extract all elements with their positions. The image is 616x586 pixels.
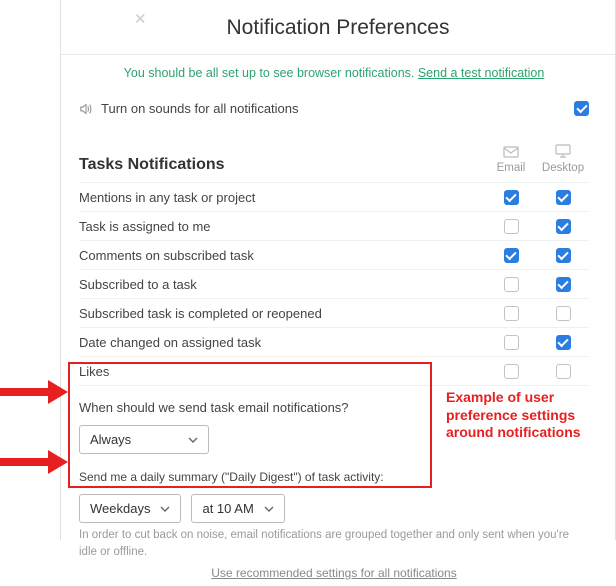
email-checkbox[interactable] xyxy=(504,306,519,321)
pref-label: Comments on subscribed task xyxy=(79,248,485,263)
desktop-checkbox[interactable] xyxy=(556,219,571,234)
sounds-checkbox[interactable] xyxy=(574,101,589,116)
desktop-checkbox[interactable] xyxy=(556,335,571,350)
column-header-email: Email xyxy=(485,146,537,174)
speaker-icon xyxy=(79,102,93,116)
pref-label: Subscribed task is completed or reopened xyxy=(79,306,485,321)
sounds-label: Turn on sounds for all notifications xyxy=(101,101,299,116)
pref-row: Likes xyxy=(79,357,589,386)
email-checkbox[interactable] xyxy=(504,335,519,350)
pref-row: Mentions in any task or project xyxy=(79,182,589,212)
email-icon xyxy=(503,146,519,158)
annotation-arrow-icon xyxy=(0,378,68,406)
digest-time-value: at 10 AM xyxy=(202,501,253,516)
timing-select-value: Always xyxy=(90,432,131,447)
pref-row: Comments on subscribed task xyxy=(79,241,589,270)
desktop-checkbox[interactable] xyxy=(556,248,571,263)
digest-prompt: Send me a daily summary ("Daily Digest")… xyxy=(79,454,589,494)
pref-row: Task is assigned to me xyxy=(79,212,589,241)
pref-label: Mentions in any task or project xyxy=(79,190,485,205)
desktop-checkbox[interactable] xyxy=(556,277,571,292)
desktop-checkbox[interactable] xyxy=(556,306,571,321)
annotation-arrow-icon xyxy=(0,448,68,476)
pref-row: Subscribed task is completed or reopened xyxy=(79,299,589,328)
status-banner: You should be all set up to see browser … xyxy=(79,55,589,91)
pref-label: Date changed on assigned task xyxy=(79,335,485,350)
pref-label: Subscribed to a task xyxy=(79,277,485,292)
email-checkbox[interactable] xyxy=(504,190,519,205)
desktop-checkbox[interactable] xyxy=(556,364,571,379)
email-checkbox[interactable] xyxy=(504,277,519,292)
digest-time-select[interactable]: at 10 AM xyxy=(191,494,284,523)
recommended-settings-link[interactable]: Use recommended settings for all notific… xyxy=(79,560,589,586)
timing-question: When should we send task email notificat… xyxy=(79,386,589,425)
email-checkbox[interactable] xyxy=(504,219,519,234)
email-checkbox[interactable] xyxy=(504,364,519,379)
timing-select[interactable]: Always xyxy=(79,425,209,454)
digest-days-value: Weekdays xyxy=(90,501,150,516)
email-checkbox[interactable] xyxy=(504,248,519,263)
digest-days-select[interactable]: Weekdays xyxy=(79,494,181,523)
chevron-down-icon xyxy=(160,506,170,512)
chevron-down-icon xyxy=(188,437,198,443)
notification-preferences-modal: ✕ Notification Preferences You should be… xyxy=(60,0,616,540)
chevron-down-icon xyxy=(264,506,274,512)
desktop-checkbox[interactable] xyxy=(556,190,571,205)
desktop-icon xyxy=(555,144,571,158)
banner-text: You should be all set up to see browser … xyxy=(124,66,418,80)
section-title: Tasks Notifications xyxy=(79,156,485,174)
column-header-desktop: Desktop xyxy=(537,144,589,174)
footnote: In order to cut back on noise, email not… xyxy=(79,523,589,559)
pref-row: Subscribed to a task xyxy=(79,270,589,299)
pref-row: Date changed on assigned task xyxy=(79,328,589,357)
pref-label: Task is assigned to me xyxy=(79,219,485,234)
pref-label: Likes xyxy=(79,364,485,379)
close-icon[interactable]: ✕ xyxy=(134,12,150,28)
send-test-notification-link[interactable]: Send a test notification xyxy=(418,66,544,80)
